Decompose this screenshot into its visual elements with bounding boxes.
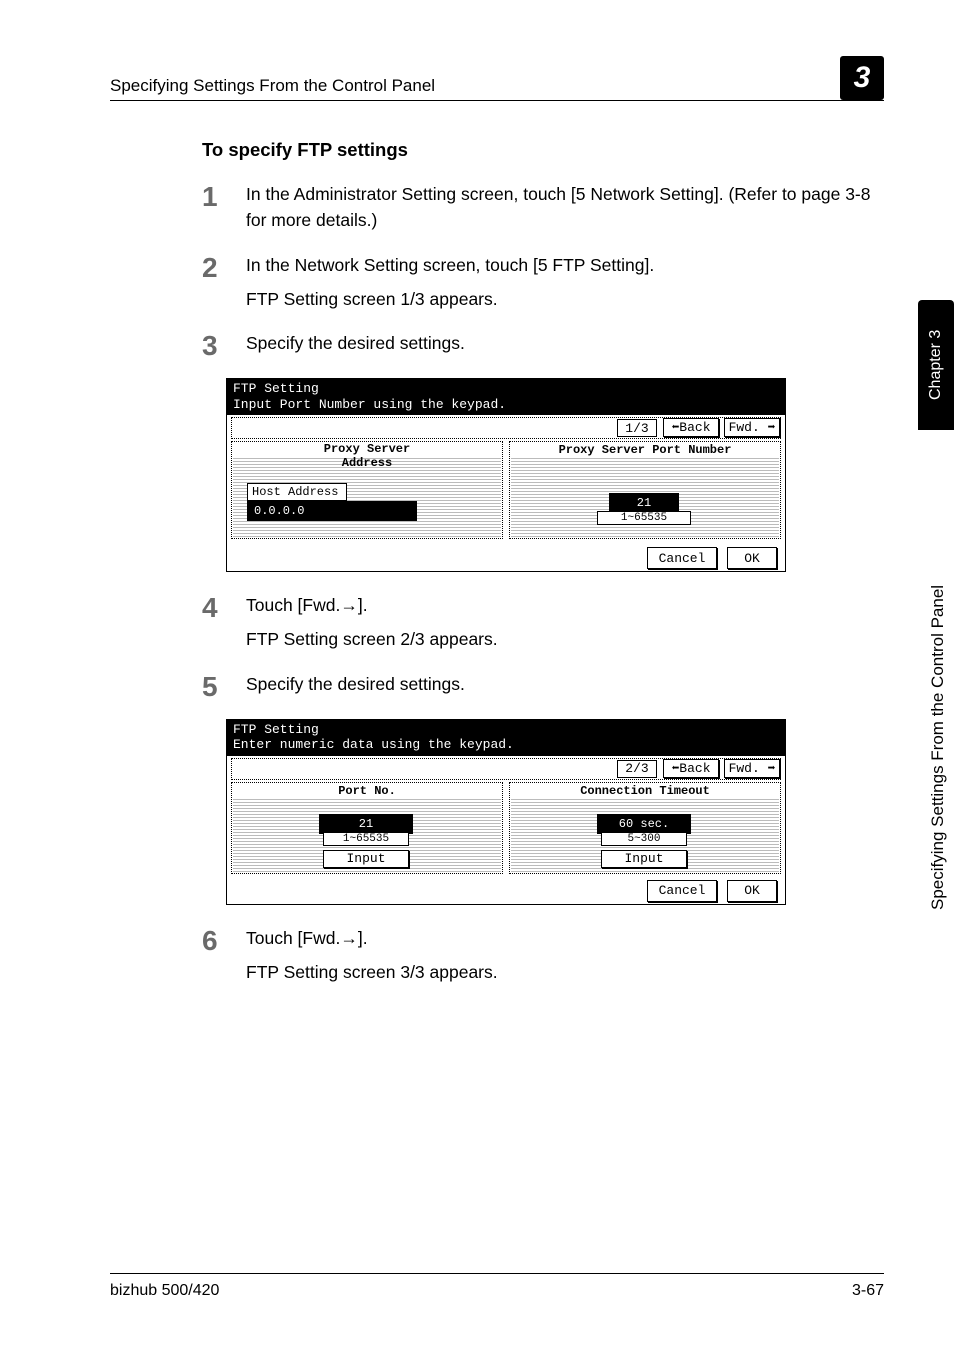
panel-heading: Port No.	[231, 784, 503, 798]
ok-button[interactable]: OK	[727, 547, 777, 569]
chapter-badge: 3	[840, 56, 884, 100]
port-number-value[interactable]: 21	[609, 493, 679, 513]
screen-subtitle: Input Port Number using the keypad.	[233, 397, 779, 413]
forward-button[interactable]: Fwd. ➡	[724, 759, 780, 778]
step-number: 4	[202, 592, 246, 653]
side-chapter-tab: Chapter 3	[918, 300, 954, 430]
step-number: 6	[202, 925, 246, 986]
step-number: 5	[202, 671, 246, 701]
screen-subtitle: Enter numeric data using the keypad.	[233, 737, 779, 753]
screen-title: FTP Setting	[233, 722, 779, 738]
timeout-value: 60 sec.	[597, 814, 691, 834]
step-text: In the Administrator Setting screen, tou…	[246, 181, 884, 234]
host-address-value[interactable]: 0.0.0.0	[247, 501, 417, 521]
page-indicator: 2/3	[617, 760, 657, 778]
step-text: Specify the desired settings.	[246, 330, 884, 360]
ftp-setting-screen-1: FTP Setting Input Port Number using the …	[226, 378, 786, 572]
step-subtext: FTP Setting screen 1/3 appears.	[246, 286, 884, 312]
ok-button[interactable]: OK	[727, 880, 777, 902]
back-button[interactable]: ⬅Back	[663, 418, 719, 437]
timeout-range: 5~300	[601, 832, 687, 846]
step-number: 1	[202, 181, 246, 234]
step-number: 2	[202, 252, 246, 313]
back-button[interactable]: ⬅Back	[663, 759, 719, 778]
footer-right: 3-67	[852, 1282, 884, 1300]
input-button[interactable]: Input	[601, 850, 687, 868]
side-caption: Specifying Settings From the Control Pan…	[928, 450, 948, 910]
port-range: 1~65535	[323, 832, 409, 846]
running-head: Specifying Settings From the Control Pan…	[110, 76, 435, 96]
input-button[interactable]: Input	[323, 850, 409, 868]
step-text: In the Network Setting screen, touch [5 …	[246, 252, 884, 278]
host-address-tab[interactable]: Host Address	[247, 483, 347, 501]
port-range: 1~65535	[597, 511, 691, 525]
step-number: 3	[202, 330, 246, 360]
cancel-button[interactable]: Cancel	[647, 547, 717, 569]
ftp-setting-screen-2: FTP Setting Enter numeric data using the…	[226, 719, 786, 905]
step-text: Touch [Fwd.→].	[246, 925, 884, 951]
cancel-button[interactable]: Cancel	[647, 880, 717, 902]
page-indicator: 1/3	[617, 419, 657, 437]
port-number-value: 21	[319, 814, 413, 834]
step-text: Touch [Fwd.→].	[246, 592, 884, 618]
panel-heading: Proxy Server Address	[231, 442, 503, 470]
step-subtext: FTP Setting screen 3/3 appears.	[246, 959, 884, 985]
forward-button[interactable]: Fwd. ➡	[724, 418, 780, 437]
panel-heading: Connection Timeout	[509, 784, 781, 798]
step-text: Specify the desired settings.	[246, 671, 884, 701]
section-title: To specify FTP settings	[202, 139, 884, 161]
screen-title: FTP Setting	[233, 381, 779, 397]
step-subtext: FTP Setting screen 2/3 appears.	[246, 626, 884, 652]
panel-heading: Proxy Server Port Number	[509, 443, 781, 457]
footer-left: bizhub 500/420	[110, 1282, 219, 1300]
